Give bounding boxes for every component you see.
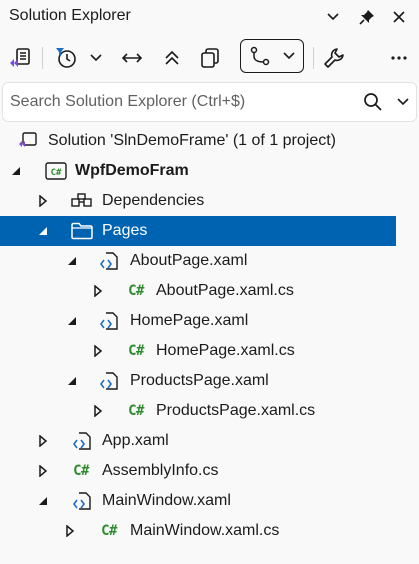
collapsed-arrow-icon[interactable] — [92, 405, 104, 417]
git-dropdown-chevron-icon[interactable] — [282, 51, 296, 61]
csharp-file-icon: C# — [128, 403, 144, 419]
toolbar-separator — [313, 47, 314, 69]
tree-item-dependencies[interactable]: Dependencies — [0, 186, 396, 216]
tree-item-home-page-cs[interactable]: C# HomePage.xaml.cs — [0, 336, 396, 366]
tree-item-home-page[interactable]: HomePage.xaml — [0, 306, 396, 336]
git-changes-toggle[interactable] — [240, 39, 304, 73]
search-icon[interactable] — [363, 92, 383, 112]
svg-text:C#: C# — [51, 168, 62, 178]
about-page-label: AboutPage.xaml — [130, 252, 248, 269]
search-input[interactable] — [10, 91, 350, 113]
csharp-file-icon: C# — [73, 463, 89, 479]
close-icon[interactable] — [388, 6, 410, 28]
show-all-files-icon[interactable] — [196, 42, 224, 74]
toolbar — [0, 36, 419, 80]
products-page-label: ProductsPage.xaml — [130, 372, 269, 389]
home-page-label: HomePage.xaml — [130, 312, 249, 329]
dropdown-chevron-icon[interactable] — [322, 6, 344, 28]
collapsed-arrow-icon[interactable] — [37, 195, 49, 207]
csharp-file-icon: C# — [101, 523, 117, 539]
folder-icon — [71, 221, 93, 241]
csharp-project-icon: C# — [45, 161, 67, 181]
collapsed-arrow-icon[interactable] — [92, 345, 104, 357]
expanded-arrow-icon[interactable] — [66, 315, 78, 327]
expanded-arrow-icon[interactable] — [66, 255, 78, 267]
xaml-file-icon — [98, 251, 120, 271]
csharp-file-icon: C# — [128, 343, 144, 359]
tree-item-app-xaml[interactable]: App.xaml — [0, 426, 396, 456]
xaml-file-icon — [71, 431, 93, 451]
tree-item-products-page-cs[interactable]: C# ProductsPage.xaml.cs — [0, 396, 396, 426]
assembly-info-label: AssemblyInfo.cs — [102, 462, 219, 479]
tree-item-assembly-info[interactable]: C# AssemblyInfo.cs — [0, 456, 396, 486]
search-options-chevron-icon[interactable] — [396, 97, 410, 107]
expanded-arrow-icon[interactable] — [37, 225, 49, 237]
expanded-arrow-icon[interactable] — [10, 165, 22, 177]
tree-item-project[interactable]: C# WpfDemoFram — [0, 156, 396, 186]
xaml-file-icon — [98, 311, 120, 331]
solution-icon — [17, 131, 39, 151]
solution-label: Solution 'SlnDemoFrame' (1 of 1 project) — [48, 132, 337, 149]
tree-item-main-window-cs[interactable]: C# MainWindow.xaml.cs — [0, 516, 396, 546]
xaml-file-icon — [98, 371, 120, 391]
collapsed-arrow-icon[interactable] — [92, 285, 104, 297]
filter-dropdown-chevron-icon[interactable] — [86, 42, 106, 74]
app-xaml-label: App.xaml — [102, 432, 169, 449]
title-bar: Solution Explorer — [0, 0, 419, 34]
collapsed-arrow-icon[interactable] — [37, 465, 49, 477]
more-options-icon[interactable] — [386, 42, 412, 74]
products-page-cs-label: ProductsPage.xaml.cs — [156, 402, 316, 419]
tree-item-about-page-cs[interactable]: C# AboutPage.xaml.cs — [0, 276, 396, 306]
project-label: WpfDemoFram — [75, 162, 189, 179]
home-page-cs-label: HomePage.xaml.cs — [156, 342, 295, 359]
tree-item-main-window[interactable]: MainWindow.xaml — [0, 486, 396, 516]
pages-folder-label: Pages — [102, 222, 148, 239]
tree-item-solution[interactable]: Solution 'SlnDemoFrame' (1 of 1 project) — [0, 126, 396, 156]
tree-item-pages-folder[interactable]: Pages — [0, 216, 396, 246]
dependencies-label: Dependencies — [102, 192, 205, 209]
pin-icon[interactable] — [356, 6, 378, 28]
git-branch-icon — [250, 46, 270, 66]
sync-with-document-icon[interactable] — [118, 42, 146, 74]
pending-changes-filter-icon[interactable] — [52, 42, 80, 74]
collapsed-arrow-icon[interactable] — [37, 435, 49, 447]
dependencies-icon — [71, 191, 93, 211]
xaml-file-icon — [71, 491, 93, 511]
switch-views-icon[interactable] — [6, 42, 34, 74]
window-title: Solution Explorer — [9, 7, 131, 24]
expanded-arrow-icon[interactable] — [37, 495, 49, 507]
about-page-cs-label: AboutPage.xaml.cs — [156, 282, 294, 299]
collapse-all-icon[interactable] — [158, 42, 186, 74]
toolbar-separator — [42, 47, 43, 69]
main-window-label: MainWindow.xaml — [102, 492, 231, 509]
collapsed-arrow-icon[interactable] — [64, 525, 76, 537]
main-window-cs-label: MainWindow.xaml.cs — [130, 522, 280, 539]
expanded-arrow-icon[interactable] — [66, 375, 78, 387]
tree-item-products-page[interactable]: ProductsPage.xaml — [0, 366, 396, 396]
search-box — [2, 82, 417, 122]
properties-wrench-icon[interactable] — [320, 42, 348, 74]
tree-item-about-page[interactable]: AboutPage.xaml — [0, 246, 396, 276]
csharp-file-icon: C# — [128, 283, 144, 299]
